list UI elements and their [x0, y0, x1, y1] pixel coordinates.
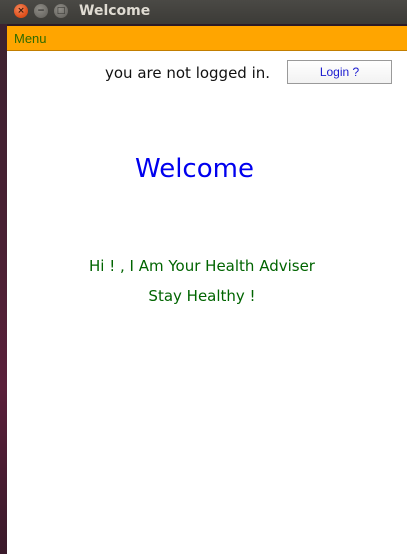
menu-bar: Menu: [7, 26, 407, 51]
window-title: Welcome: [79, 3, 151, 19]
maximize-icon[interactable]: □: [54, 4, 68, 18]
greeting-text: Hi ! , I Am Your Health Adviser: [89, 257, 315, 275]
title-bar[interactable]: × − □ Welcome: [0, 0, 407, 24]
app-window: × − □ Welcome Menu you are not logged in…: [0, 0, 407, 554]
minimize-icon[interactable]: −: [34, 4, 48, 18]
close-icon[interactable]: ×: [14, 4, 28, 18]
login-status-text: you are not logged in.: [105, 64, 271, 82]
login-button[interactable]: Login ?: [287, 60, 392, 84]
tagline-text: Stay Healthy !: [148, 287, 256, 305]
content-panel: you are not logged in. Login ? Welcome H…: [7, 51, 407, 554]
page-title: Welcome: [135, 154, 254, 184]
menu-item-menu[interactable]: Menu: [14, 31, 47, 46]
